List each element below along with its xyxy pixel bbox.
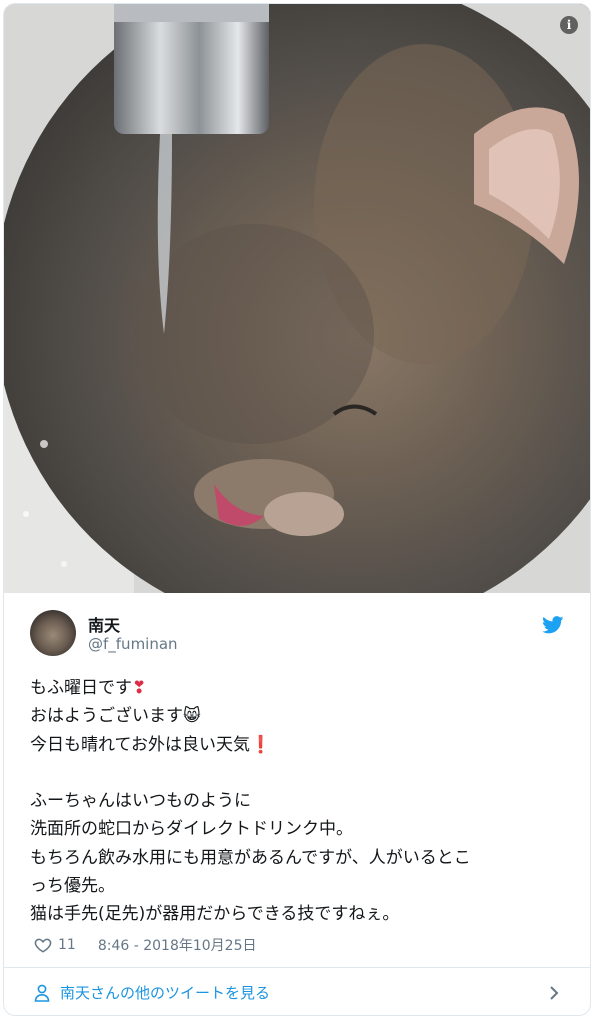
- person-icon: [34, 984, 50, 1002]
- more-tweets-label[interactable]: 南天さんの他のツイートを見る: [60, 982, 270, 1003]
- twitter-bird-icon[interactable]: [542, 616, 564, 634]
- tweet-line: もちろん飲み水用にも用意があるんですが、人がいるとこ: [30, 847, 471, 868]
- tweet-line: ふーちゃんはいつものように: [30, 791, 251, 812]
- tweet-line: 洗面所の蛇口からダイレクトドリンク中。: [30, 819, 353, 840]
- tweet-line: 猫は手先(足先)が器用だからできる技ですねぇ。: [30, 904, 400, 925]
- tweet-line: っち優先。: [30, 876, 115, 897]
- tweet-line-text: 今日も晴れてお外は良い天気: [30, 734, 250, 755]
- tweet-card[interactable]: i 南天 @f_fuminan もふ曜日です❣ おはようございます😸 今日も晴れ…: [3, 3, 591, 1016]
- tweet-line: 今日も晴れてお外は良い天気❗: [30, 731, 560, 759]
- like-count[interactable]: 11: [58, 937, 76, 953]
- tweet-line: もふ曜日です❣: [30, 674, 560, 702]
- tweet-line: おはようございます😸: [30, 702, 560, 730]
- tweet-photo[interactable]: i: [4, 4, 590, 593]
- grinning-cat-icon: 😸: [183, 706, 201, 727]
- author-handle[interactable]: @f_fuminan: [88, 635, 178, 653]
- cat-drinking-photo: [4, 4, 590, 593]
- tweet-meta: 11 8:46 - 2018年10月25日: [34, 934, 256, 956]
- heart-icon[interactable]: [34, 936, 52, 954]
- tweet-header: 南天 @f_fuminan: [30, 610, 570, 662]
- tweet-line: [30, 759, 560, 787]
- tweet-line-text: おはようございます: [30, 706, 183, 727]
- tweet-line-text: もふ曜日です: [30, 678, 132, 698]
- more-tweets-link[interactable]: 南天さんの他のツイートを見る: [4, 968, 590, 1015]
- author-name[interactable]: 南天: [88, 612, 120, 636]
- avatar[interactable]: [30, 610, 76, 656]
- chevron-right-icon[interactable]: [548, 985, 560, 1001]
- heart-exclamation-icon: ❣: [132, 678, 147, 698]
- tweet-text: もふ曜日です❣ おはようございます😸 今日も晴れてお外は良い天気❗ ふーちゃんは…: [30, 674, 560, 929]
- info-icon[interactable]: i: [560, 16, 578, 34]
- exclamation-icon: ❗: [249, 734, 272, 755]
- timestamp[interactable]: 8:46 - 2018年10月25日: [98, 935, 257, 955]
